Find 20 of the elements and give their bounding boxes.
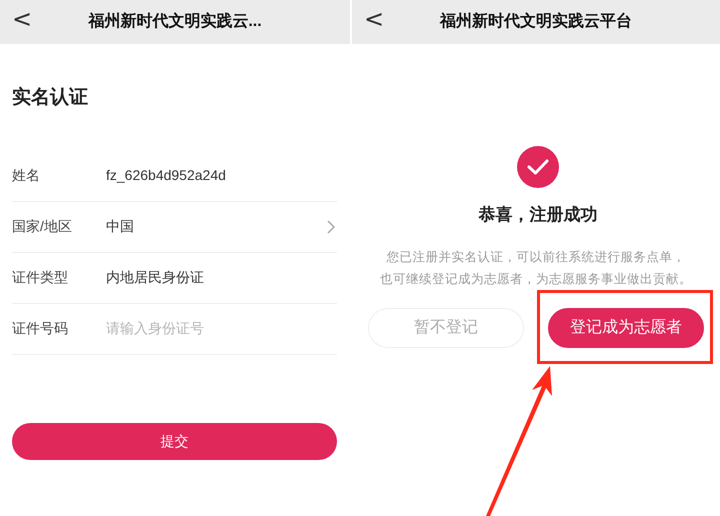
page-title: 福州新时代文明实践云平台 <box>440 11 632 32</box>
field-label: 国家/地区 <box>12 217 73 236</box>
field-label: 证件类型 <box>12 268 69 287</box>
back-button[interactable]: < <box>12 4 32 34</box>
input-field[interactable]: 请输入身份证号 <box>106 318 337 339</box>
chevron-right-icon <box>327 220 335 234</box>
back-button[interactable]: < <box>364 4 384 34</box>
section-heading: 实名认证 <box>12 86 89 110</box>
success-title: 恭喜，注册成功 <box>478 204 598 226</box>
field-value: 内地居民身份证 <box>106 268 204 287</box>
check-circle-icon <box>517 146 559 188</box>
field-value[interactable]: 中国 <box>106 216 134 237</box>
submit-button[interactable]: 提交 <box>12 422 337 460</box>
page-title: 福州新时代文明实践云... <box>88 11 262 32</box>
register-volunteer-button[interactable]: 登记成为志愿者 <box>548 308 704 348</box>
message-text: 您已注册并实名认证，可以前往系统进行服务点单， <box>386 248 686 266</box>
field-label: 证件号码 <box>12 319 69 338</box>
message-text: 也可继续登记成为志愿者，为志愿服务事业做出贡献。 <box>380 270 692 288</box>
field-label: 姓名 <box>12 166 41 185</box>
field-value: fz_626b4d952a24d <box>106 166 226 185</box>
